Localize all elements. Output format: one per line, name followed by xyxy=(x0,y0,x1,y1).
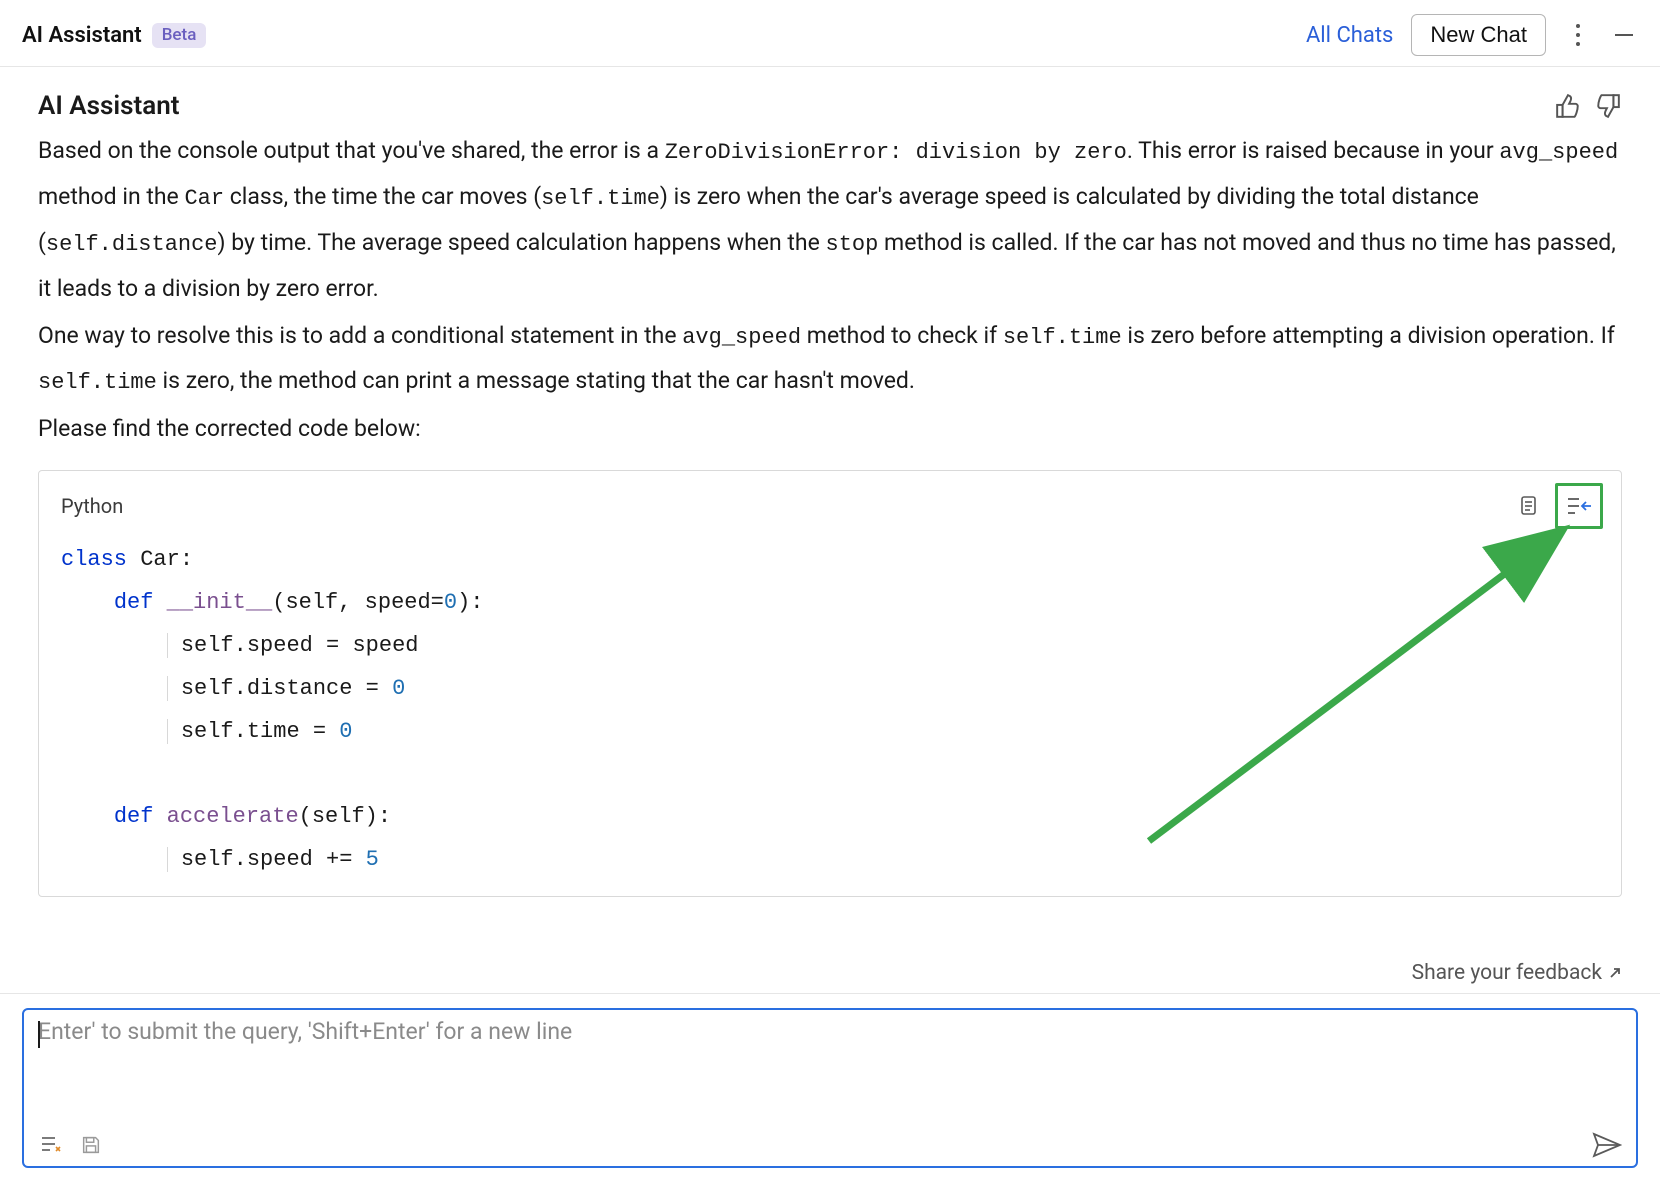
minimize-icon[interactable] xyxy=(1610,21,1638,49)
input-toolbar xyxy=(38,1132,1622,1158)
copy-icon[interactable] xyxy=(1513,490,1545,522)
header-left: AI Assistant Beta xyxy=(22,23,206,48)
code-content[interactable]: class Car: def __init__(self, speed=0): … xyxy=(39,539,1621,896)
thumbs-down-icon[interactable] xyxy=(1594,92,1622,120)
message-paragraph-2: One way to resolve this is to add a cond… xyxy=(38,314,1622,406)
header-bar: AI Assistant Beta All Chats New Chat xyxy=(0,0,1660,67)
insert-code-icon[interactable] xyxy=(1555,483,1603,529)
message-author: AI Assistant xyxy=(38,91,179,121)
share-feedback-label: Share your feedback xyxy=(1412,961,1602,985)
more-vert-icon[interactable] xyxy=(1564,21,1592,49)
text-caret xyxy=(38,1021,40,1048)
code-actions xyxy=(1513,483,1603,529)
input-area: Enter' to submit the query, 'Shift+Enter… xyxy=(0,993,1660,1182)
code-language-label: Python xyxy=(61,494,123,518)
new-chat-button[interactable]: New Chat xyxy=(1411,14,1546,56)
message-header: AI Assistant xyxy=(38,91,1622,121)
message-actions xyxy=(1554,92,1622,120)
attach-icon[interactable] xyxy=(38,1132,64,1158)
beta-badge: Beta xyxy=(152,23,207,48)
message-body: Based on the console output that you've … xyxy=(38,129,1622,452)
chat-input-placeholder: Enter' to submit the query, 'Shift+Enter… xyxy=(38,1018,1622,1045)
save-icon[interactable] xyxy=(78,1132,104,1158)
app-title: AI Assistant xyxy=(22,23,142,48)
header-right: All Chats New Chat xyxy=(1306,14,1638,56)
chat-input[interactable]: Enter' to submit the query, 'Shift+Enter… xyxy=(22,1008,1638,1168)
send-icon[interactable] xyxy=(1592,1132,1622,1158)
feedback-row: Share your feedback xyxy=(0,951,1660,993)
message-paragraph-3: Please find the corrected code below: xyxy=(38,407,1622,452)
share-feedback-link[interactable]: Share your feedback xyxy=(1412,961,1622,985)
chat-content: AI Assistant Based on the console output… xyxy=(0,67,1660,951)
code-block-header: Python xyxy=(39,471,1621,539)
code-block: Python class Car: def __init__(self, spe… xyxy=(38,470,1622,897)
thumbs-up-icon[interactable] xyxy=(1554,92,1582,120)
message-paragraph-1: Based on the console output that you've … xyxy=(38,129,1622,312)
all-chats-link[interactable]: All Chats xyxy=(1306,23,1393,48)
open-external-icon xyxy=(1608,966,1622,980)
